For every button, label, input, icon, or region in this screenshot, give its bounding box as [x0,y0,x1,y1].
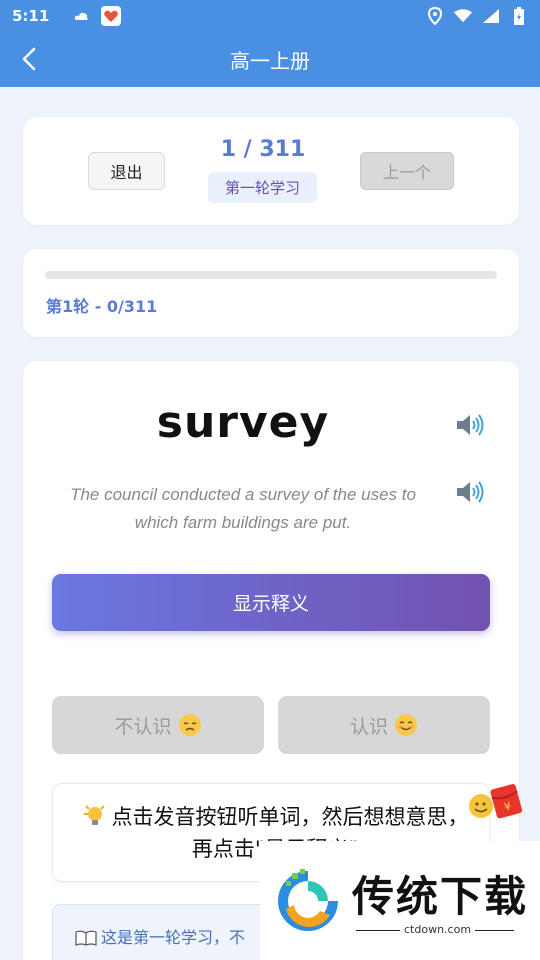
sentence-speaker-button[interactable] [455,479,485,505]
brand-url: ctdown.com [400,923,476,936]
cloud-icon [73,7,91,25]
status-bar: 5:11 [0,0,540,32]
word-speaker-button[interactable] [455,412,485,438]
signal-icon [482,7,500,25]
word-counter: 1 / 311 [220,137,306,162]
sad-face-icon [178,714,201,736]
back-arrow-icon [22,47,36,71]
progress-card: 第1轮 - 0/311 [23,249,519,337]
brand-logo [278,869,338,931]
know-button[interactable]: 认识 [278,696,490,754]
dont-know-label: 不认识 [114,715,172,738]
dont-know-button[interactable]: 不认识 [52,696,264,754]
round-badge: 第一轮学习 [208,172,317,203]
red-packet-icon: ¥ [469,784,523,819]
book-icon [75,930,97,950]
control-card: 退出 1 / 311 第一轮学习 上一个 [23,117,519,225]
lightbulb-icon [82,802,108,835]
watermark: 传统下载 ctdown.com [260,841,540,960]
back-button[interactable] [14,44,44,74]
app-notification-icon [101,6,122,26]
status-time: 5:11 [12,7,50,25]
progress-bar [45,271,497,279]
speaker-icon [457,414,484,436]
battery-icon [510,7,528,25]
info-text: 这是第一轮学习，不 [101,928,246,947]
word-text: survey [156,397,330,448]
app-bar: 高一上册 [0,32,540,87]
page-title: 高一上册 [230,49,310,73]
progress-label: 第1轮 - 0/311 [46,297,158,316]
show-meaning-button[interactable]: 显示释义 [52,574,490,631]
location-icon [426,7,444,25]
red-packet-button[interactable]: ¥ [465,780,527,824]
smile-face-icon [395,714,417,736]
exit-button[interactable]: 退出 [88,152,165,190]
know-label: 认识 [349,715,388,738]
wifi-icon [454,7,472,25]
previous-button[interactable]: 上一个 [360,152,454,190]
speaker-icon [457,481,484,503]
brand-name: 传统下载 [352,872,529,921]
example-sentence: The council conducted a survey of the us… [70,485,416,532]
